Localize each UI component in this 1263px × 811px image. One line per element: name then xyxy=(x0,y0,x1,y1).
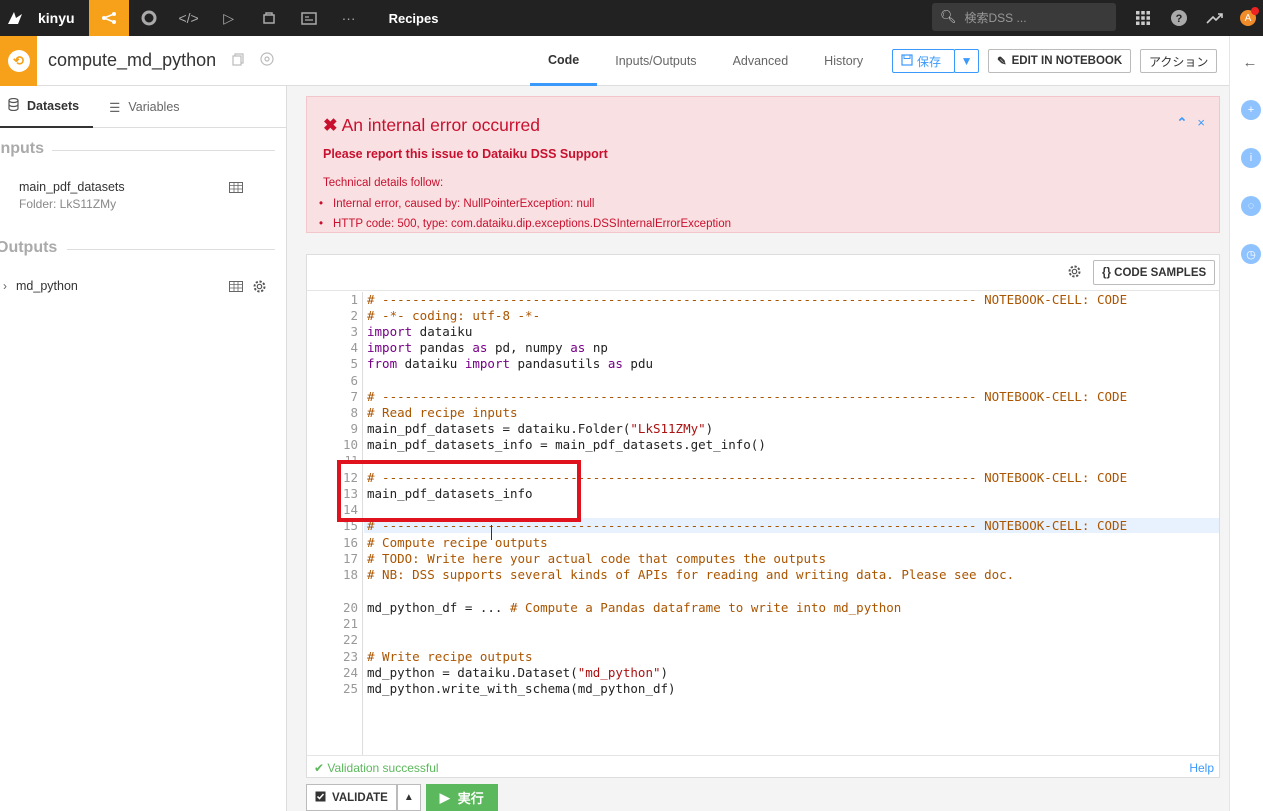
save-dropdown-button[interactable]: ▼ xyxy=(954,49,979,73)
validate-dropdown-button[interactable]: ▲ xyxy=(396,784,421,811)
timeline-icon[interactable]: ◷ xyxy=(1241,244,1261,264)
text-cursor xyxy=(491,525,492,540)
input-dataset-folder: Folder: LkS11ZMy xyxy=(19,197,117,211)
chevron-right-icon[interactable]: › xyxy=(3,279,7,293)
info-icon[interactable]: i xyxy=(1241,148,1261,168)
plus-icon[interactable]: + xyxy=(1241,100,1261,120)
database-icon xyxy=(8,97,19,114)
collapse-icon[interactable]: ⌃ xyxy=(1177,115,1188,131)
caret-up-icon: ▲ xyxy=(403,792,414,803)
lab-icon[interactable] xyxy=(129,0,169,36)
error-x-icon: ✖ xyxy=(323,115,338,135)
run-label: 実行 xyxy=(457,791,484,806)
bottom-actions: VALIDATE ▲ ▶ 実行 xyxy=(306,784,498,811)
recipe-tabs: Code Inputs/Outputs Advanced History xyxy=(530,36,881,86)
save-button[interactable]: 保存 xyxy=(892,49,955,73)
help-icon[interactable]: ? xyxy=(1161,0,1197,36)
discussion-icon[interactable]: ◌ xyxy=(1241,196,1261,216)
error-tech-heading: Technical details follow: xyxy=(323,177,444,189)
deploy-icon[interactable] xyxy=(249,0,289,36)
validate-button[interactable]: VALIDATE xyxy=(306,784,397,811)
validation-status: ✔ Validation successful xyxy=(314,761,439,775)
table-icon[interactable] xyxy=(229,182,243,196)
gear-icon[interactable] xyxy=(252,279,267,297)
code-icon[interactable]: </> xyxy=(169,0,209,36)
apps-grid-icon[interactable] xyxy=(1125,0,1161,36)
tab-datasets-label: Datasets xyxy=(27,99,80,113)
dataiku-logo-icon[interactable] xyxy=(0,0,30,36)
play-icon: ▶ xyxy=(439,789,450,805)
close-icon[interactable]: × xyxy=(1197,115,1205,131)
validate-label: VALIDATE xyxy=(332,791,388,804)
recipe-header: ⟲ compute_md_python Code Inputs/Outputs … xyxy=(0,35,1229,86)
error-title: ✖ An internal error occurred xyxy=(323,115,540,135)
tab-advanced[interactable]: Advanced xyxy=(715,36,807,86)
search-placeholder: 検索DSS ... xyxy=(964,10,1027,25)
input-dataset-name[interactable]: main_pdf_datasets xyxy=(19,180,125,194)
tab-variables-label: Variables xyxy=(128,100,180,114)
line-number-gutter: 1 2 3 4 5 6 7 8 9 10 11 12 13 14 15 16 1… xyxy=(307,292,363,755)
tab-inputs-outputs[interactable]: Inputs/Outputs xyxy=(597,36,714,86)
run-button[interactable]: ▶ 実行 xyxy=(425,784,498,811)
save-icon xyxy=(901,53,913,69)
inputs-heading: Inputs xyxy=(0,140,44,157)
inputs-divider xyxy=(52,150,275,151)
highlight-annotation-box xyxy=(337,460,581,522)
recipe-name[interactable]: compute_md_python xyxy=(48,50,216,71)
flow-icon[interactable] xyxy=(88,0,129,36)
code-samples-button[interactable]: {} CODE SAMPLES xyxy=(1093,260,1216,285)
search-input[interactable]: 🔍︎ 検索DSS ... xyxy=(932,3,1116,31)
code-editor[interactable]: 1 2 3 4 5 6 7 8 9 10 11 12 13 14 15 16 1… xyxy=(307,292,1219,755)
edit-in-notebook-label: EDIT IN NOTEBOOK xyxy=(1011,55,1123,67)
check-icon: ✔ xyxy=(314,761,325,775)
editor-status-bar: ✔ Validation successful Help xyxy=(307,755,1219,778)
user-avatar[interactable]: A xyxy=(1233,0,1263,36)
main-content: ✖ An internal error occurred Please repo… xyxy=(287,86,1229,811)
trending-icon[interactable] xyxy=(1197,0,1233,36)
run-icon[interactable]: ▷ xyxy=(209,0,249,36)
top-nav: kinyu </> ▷ ··· Recipes 🔍︎ 検索DSS ... ? A xyxy=(0,0,1263,36)
project-name[interactable]: kinyu xyxy=(30,10,89,26)
tab-datasets[interactable]: Datasets xyxy=(0,86,94,128)
search-icon: 🔍︎ xyxy=(940,9,957,24)
tab-history[interactable]: History xyxy=(806,36,881,86)
actions-button[interactable]: アクション xyxy=(1140,49,1218,73)
help-link[interactable]: Help xyxy=(1189,761,1214,775)
table-icon[interactable] xyxy=(229,281,243,295)
arrow-left-icon[interactable]: ← xyxy=(1240,52,1260,72)
more-icon[interactable]: ··· xyxy=(329,0,369,36)
copy-icon[interactable] xyxy=(232,52,244,69)
error-detail-item: Internal error, caused by: NullPointerEx… xyxy=(319,198,594,210)
python-recipe-icon: ⟲ xyxy=(0,35,37,86)
caret-down-icon: ▼ xyxy=(960,54,973,68)
output-dataset-name[interactable]: md_python xyxy=(16,279,78,293)
section-title: Recipes xyxy=(388,10,439,26)
list-icon: ☰ xyxy=(109,100,121,115)
right-rail: ← + i ◌ ◷ xyxy=(1229,36,1263,811)
tab-code[interactable]: Code xyxy=(530,36,598,86)
error-detail-item: HTTP code: 500, type: com.dataiku.dip.ex… xyxy=(319,218,731,230)
settings-circle-icon[interactable] xyxy=(260,52,274,69)
checkbox-icon xyxy=(315,791,326,805)
svg-text:?: ? xyxy=(1176,13,1183,25)
error-subtitle: Please report this issue to Dataiku DSS … xyxy=(323,147,608,161)
error-alert: ✖ An internal error occurred Please repo… xyxy=(306,96,1220,233)
save-label: 保存 xyxy=(917,54,942,69)
tab-variables[interactable]: ☰ Variables xyxy=(93,86,193,128)
edit-in-notebook-button[interactable]: ✎ EDIT IN NOTEBOOK xyxy=(988,49,1132,73)
outputs-divider xyxy=(67,249,275,250)
outputs-heading: Outputs xyxy=(0,239,58,256)
pencil-icon: ✎ xyxy=(997,56,1007,68)
editor-settings-gear-icon[interactable] xyxy=(1067,264,1082,282)
dashboard-icon[interactable] xyxy=(289,0,329,36)
left-panel: Datasets ☰ Variables Inputs main_pdf_dat… xyxy=(0,86,287,811)
